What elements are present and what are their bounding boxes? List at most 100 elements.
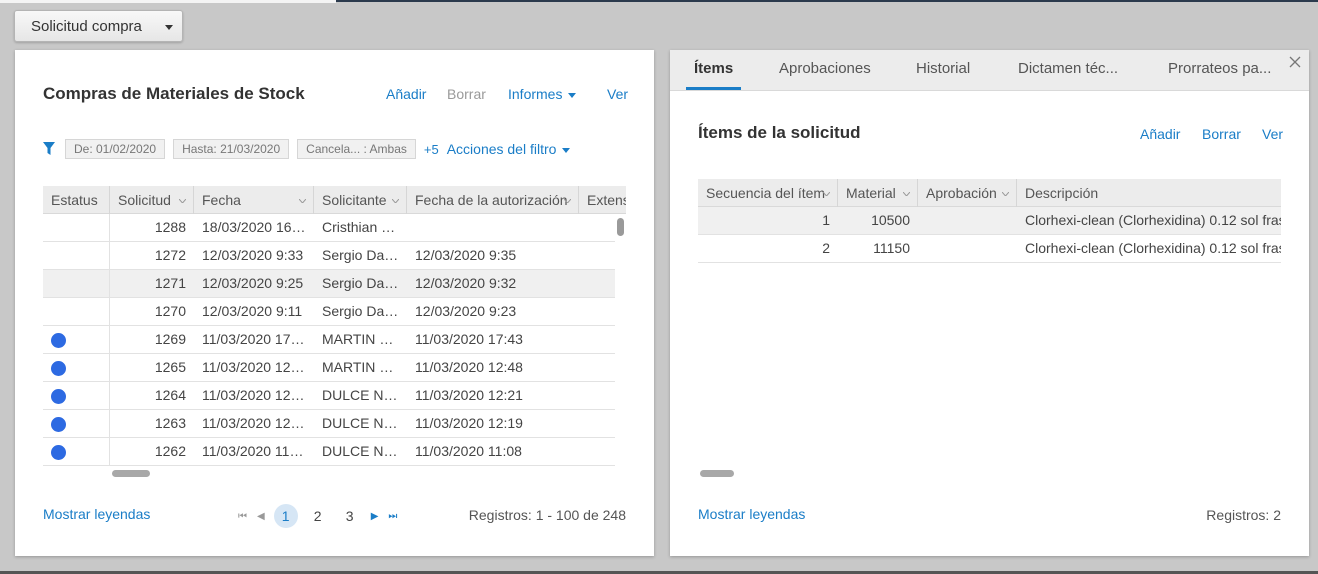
column-header-status[interactable]: Estatus [43, 186, 110, 214]
date-cell: 12/03/2020 9:33 [202, 247, 304, 263]
authorization-date-cell: 11/03/2020 12:19 [415, 415, 523, 431]
table-row[interactable]: 1270 12/03/2020 9:11 Sergio David ... 12/03… [43, 298, 615, 326]
filter-actions-menu[interactable]: Acciones del filtro [447, 141, 571, 157]
table-row[interactable]: 1288 18/03/2020 16:35 Cristhian Cru... [43, 214, 615, 242]
requester-cell: MARTIN MO... [322, 359, 407, 375]
table-row[interactable]: 1272 12/03/2020 9:33 Sergio David ... 12/03… [43, 242, 615, 270]
column-header-extension[interactable]: Extensi [579, 186, 626, 214]
add-item-button[interactable]: Añadir [1140, 126, 1180, 142]
page-2[interactable]: 2 [306, 504, 330, 528]
next-page-icon[interactable]: ▶ [371, 511, 379, 522]
add-button[interactable]: Añadir [386, 86, 426, 102]
records-count: Registros: 2 [1206, 507, 1281, 523]
request-number-cell: 1270 [154, 303, 186, 319]
tab-technical-opinion[interactable]: Dictamen téc... [1018, 50, 1118, 90]
filter-chip-to[interactable]: Hasta: 21/03/2020 [173, 139, 290, 159]
chevron-down-icon [165, 25, 173, 30]
page-1[interactable]: 1 [273, 504, 298, 528]
material-cell: 10500 [871, 212, 910, 228]
sort-chevron-icon [903, 192, 910, 196]
items-title: Ítems de la solicitud [698, 123, 861, 142]
horizontal-scrollbar[interactable] [112, 470, 150, 477]
authorization-date-cell: 12/03/2020 9:35 [415, 247, 517, 263]
column-header-requester[interactable]: Solicitante [314, 186, 407, 214]
column-header-approval[interactable]: Aprobación [918, 179, 1017, 207]
horizontal-scrollbar[interactable] [700, 470, 734, 477]
delete-button[interactable]: Borrar [447, 86, 486, 102]
authorization-date-cell [407, 214, 579, 242]
last-page-icon[interactable]: ⏭ [388, 511, 397, 522]
tab-prorations[interactable]: Prorrateos pa... [1168, 50, 1271, 90]
vertical-scrollbar[interactable] [617, 218, 624, 236]
approval-cell [918, 207, 1017, 235]
status-dot-icon [51, 388, 66, 404]
tab-items[interactable]: Ítems [685, 50, 742, 90]
view-item-button[interactable]: Ver [1262, 126, 1283, 142]
page-3[interactable]: 3 [338, 504, 362, 528]
close-icon[interactable] [1288, 55, 1302, 69]
items-panel: Ítems Aprobaciones Historial Dictamen té… [670, 50, 1309, 556]
date-cell: 11/03/2020 11:06 [202, 443, 309, 459]
table-row[interactable]: 1269 11/03/2020 17:38 MARTIN MO... 11/03/20… [43, 326, 615, 354]
request-number-cell: 1265 [154, 359, 186, 375]
table-row[interactable]: 1262 11/03/2020 11:06 DULCE NATA... 11/03/2… [43, 438, 615, 466]
table-row[interactable]: 1264 11/03/2020 12:20 DULCE NATA... 11/03/2… [43, 382, 615, 410]
reports-menu[interactable]: Informes [508, 86, 577, 102]
column-header-material[interactable]: Material [838, 179, 918, 207]
status-dot-icon [51, 444, 66, 460]
request-number-cell: 1264 [154, 387, 186, 403]
table-row[interactable]: 1265 11/03/2020 12:39 MARTIN MO... 11/03/20… [43, 354, 615, 382]
status-cell [43, 326, 110, 354]
status-dot-icon [51, 332, 66, 348]
delete-item-button[interactable]: Borrar [1202, 126, 1241, 142]
request-number-cell: 1288 [154, 219, 186, 235]
table-row[interactable]: 1 10500 Clorhexi-clean (Clorhexidina) 0.12… [698, 207, 1281, 235]
date-cell: 11/03/2020 12:39 [202, 359, 310, 375]
context-dropdown-label: Solicitud compra [31, 17, 142, 35]
requester-cell: Cristhian Cru... [322, 219, 407, 235]
date-cell: 11/03/2020 12:20 [202, 387, 310, 403]
sort-chevron-icon [1002, 192, 1009, 196]
tab-approvals[interactable]: Aprobaciones [779, 50, 871, 90]
status-cell [43, 242, 110, 270]
sort-chevron-icon [299, 199, 306, 203]
table-row[interactable]: 1271 12/03/2020 9:25 Sergio David ... 12/03… [43, 270, 615, 298]
column-header-request[interactable]: Solicitud [110, 186, 194, 214]
first-page-icon[interactable]: ⏮ [238, 511, 247, 522]
column-header-sequence[interactable]: Secuencia del ítem [698, 179, 838, 207]
requester-cell: DULCE NATA... [322, 415, 407, 431]
tab-bar: Ítems Aprobaciones Historial Dictamen té… [670, 50, 1309, 91]
table-row[interactable]: 2 11150 Clorhexi-clean (Clorhexidina) 0.12… [698, 235, 1281, 263]
page-title: Compras de Materiales de Stock [43, 84, 305, 103]
requester-cell: Sergio David ... [322, 247, 407, 263]
filter-bar: De: 01/02/2020 Hasta: 21/03/2020 Cancela… [43, 138, 571, 160]
view-button[interactable]: Ver [607, 86, 628, 102]
status-cell [43, 382, 110, 410]
tab-history[interactable]: Historial [916, 50, 970, 90]
filter-chip-cancel[interactable]: Cancela... : Ambas [297, 139, 416, 159]
date-cell: 12/03/2020 9:11 [202, 303, 303, 319]
status-dot-icon [51, 416, 66, 432]
requests-panel: Compras de Materiales de Stock Añadir Bo… [15, 50, 654, 556]
sort-chevron-icon [392, 199, 399, 203]
column-header-date[interactable]: Fecha [194, 186, 314, 214]
context-dropdown[interactable]: Solicitud compra [14, 10, 183, 42]
sequence-cell: 1 [822, 212, 830, 228]
table-row[interactable]: 1263 11/03/2020 12:04 DULCE NATA... 11/03/2… [43, 410, 615, 438]
table-header: Secuencia del ítem Material Aprobación D… [698, 179, 1281, 207]
more-filters-link[interactable]: +5 [424, 142, 439, 157]
date-cell: 11/03/2020 12:04 [202, 415, 310, 431]
request-number-cell: 1262 [154, 443, 186, 459]
filter-icon[interactable] [43, 142, 55, 156]
sort-chevron-icon [179, 199, 186, 203]
show-legends-link[interactable]: Mostrar leyendas [698, 506, 805, 522]
top-accent-line [0, 0, 1318, 3]
show-legends-link[interactable]: Mostrar leyendas [43, 506, 150, 522]
column-header-authorization-date[interactable]: Fecha de la autorización [407, 186, 579, 214]
filter-chip-from[interactable]: De: 01/02/2020 [65, 139, 166, 159]
items-table: Secuencia del ítem Material Aprobación D… [698, 179, 1281, 265]
authorization-date-cell: 12/03/2020 9:23 [415, 303, 517, 319]
prev-page-icon[interactable]: ◀ [257, 511, 265, 522]
request-number-cell: 1271 [154, 275, 186, 291]
column-header-description[interactable]: Descripción [1017, 179, 1281, 207]
